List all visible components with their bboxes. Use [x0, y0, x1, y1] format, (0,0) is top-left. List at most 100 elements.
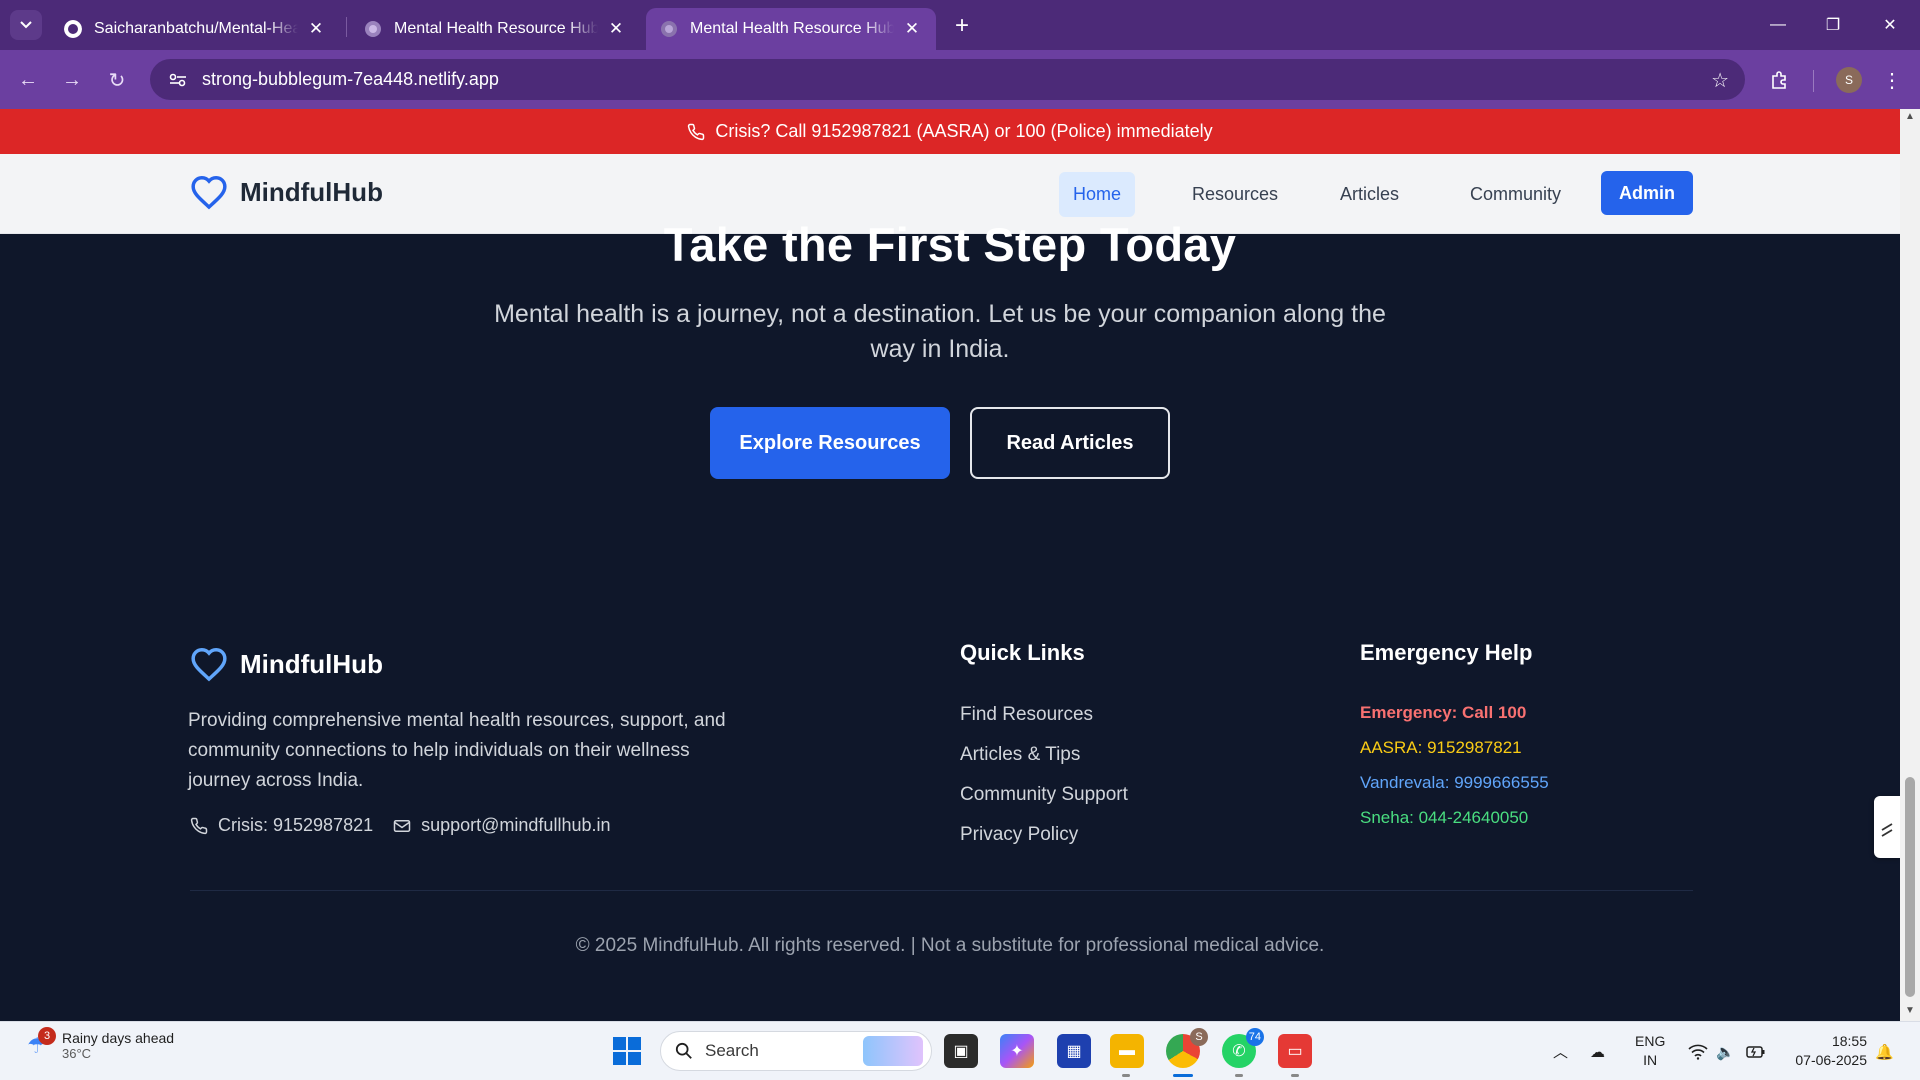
clock-time: 18:55 [1831, 1033, 1867, 1049]
handle-icon [1881, 823, 1893, 837]
read-articles-button[interactable]: Read Articles [970, 407, 1170, 479]
running-indicator [1122, 1074, 1130, 1077]
file-explorer-icon[interactable]: ▬ [1110, 1034, 1144, 1068]
nav-articles[interactable]: Articles [1326, 172, 1413, 217]
weather-title: Rainy days ahead [62, 1030, 175, 1046]
weather-widget[interactable]: ☂ 3 Rainy days ahead 36°C [22, 1026, 175, 1061]
whatsapp-badge: 74 [1245, 1028, 1264, 1046]
nav-community[interactable]: Community [1456, 172, 1575, 217]
close-window-icon[interactable]: ✕ [1870, 10, 1910, 40]
page-scrollbar[interactable]: ▲ ▼ [1900, 109, 1920, 1021]
language-indicator[interactable]: ENG IN [1635, 1032, 1665, 1070]
tab-title: Mental Health Resource Hub - S [394, 20, 598, 37]
windows-start-icon[interactable] [613, 1037, 641, 1065]
bookmark-star-icon[interactable]: ☆ [1711, 68, 1729, 93]
tray-overflow-icon[interactable]: ︿ [1553, 1022, 1568, 1080]
whatsapp-icon[interactable]: ✆ 74 [1222, 1028, 1264, 1068]
running-indicator [1235, 1074, 1243, 1077]
phone-icon [190, 817, 208, 834]
page-viewport: Crisis? Call 9152987821 (AASRA) or 100 (… [0, 109, 1900, 1021]
more-menu-icon[interactable]: ⋮ [1876, 64, 1908, 96]
scroll-up-arrow-icon[interactable]: ▲ [1904, 111, 1916, 123]
system-clock[interactable]: 18:55 07-06-2025 [1782, 1032, 1867, 1070]
quick-link-community-support[interactable]: Community Support [960, 784, 1128, 806]
tab-search-menu-button[interactable] [10, 10, 42, 40]
github-icon [64, 20, 82, 38]
new-tab-button[interactable]: + [948, 12, 976, 40]
browser-tab-active[interactable]: Mental Health Resource Hub - S ✕ [646, 8, 936, 50]
site-logo[interactable]: MindfulHub [190, 174, 383, 210]
admin-button[interactable]: Admin [1601, 171, 1693, 215]
footer-copyright: © 2025 MindfulHub. All rights reserved. … [575, 935, 1325, 956]
nav-home[interactable]: Home [1059, 172, 1136, 217]
quick-link-articles-tips[interactable]: Articles & Tips [960, 744, 1080, 766]
restore-icon[interactable]: ❐ [1813, 10, 1853, 40]
browser-tab[interactable]: Saicharanbatchu/Mental-Health ✕ [50, 8, 340, 50]
emergency-vandrevala[interactable]: Vandrevala: 9999666555 [1360, 773, 1549, 793]
clock-date: 07-06-2025 [1795, 1052, 1867, 1068]
os-taskbar: ☂ 3 Rainy days ahead 36°C Search ▣ ✦ ▦ ▬… [0, 1021, 1920, 1080]
close-tab-icon[interactable]: ✕ [902, 19, 922, 39]
emergency-police[interactable]: Emergency: Call 100 [1360, 703, 1526, 723]
battery-icon[interactable] [1746, 1022, 1766, 1080]
browser-tab-bar: Saicharanbatchu/Mental-Health ✕ Mental H… [0, 0, 1920, 50]
emergency-aasra[interactable]: AASRA: 9152987821 [1360, 738, 1522, 758]
quick-link-privacy-policy[interactable]: Privacy Policy [960, 824, 1078, 846]
footer-description: Providing comprehensive mental health re… [188, 710, 726, 791]
search-icon [675, 1042, 692, 1059]
footer-crisis-contact[interactable]: Crisis: 9152987821 [190, 815, 373, 836]
reload-icon[interactable]: ↻ [101, 64, 133, 96]
footer-brand-name: MindfulHub [240, 648, 383, 679]
quick-links-title: Quick Links [960, 640, 1085, 665]
quick-link-find-resources[interactable]: Find Resources [960, 704, 1093, 726]
url-text: strong-bubblegum-7ea448.netlify.app [202, 69, 499, 89]
lang-bottom: IN [1643, 1052, 1658, 1068]
address-bar[interactable]: strong-bubblegum-7ea448.netlify.app ☆ [150, 59, 1745, 100]
chrome-icon[interactable]: S [1166, 1028, 1208, 1068]
toolbar-divider [1813, 70, 1814, 92]
onedrive-icon[interactable]: ☁ [1590, 1022, 1605, 1080]
footer-crisis-text: Crisis: 9152987821 [218, 815, 374, 835]
close-tab-icon[interactable]: ✕ [606, 19, 626, 39]
search-highlight-image [863, 1036, 923, 1066]
scroll-down-arrow-icon[interactable]: ▼ [1904, 1005, 1916, 1017]
tab-separator [346, 17, 347, 37]
footer-contact: Crisis: 9152987821 support@mindfullhub.i… [190, 815, 631, 836]
back-arrow-icon[interactable]: ← [12, 64, 44, 96]
footer-email-contact[interactable]: support@mindfullhub.in [393, 815, 611, 836]
running-indicator [1291, 1074, 1299, 1077]
phone-icon [688, 123, 705, 140]
volume-icon[interactable]: 🔈 [1716, 1022, 1735, 1080]
copilot-icon[interactable]: ✦ [1000, 1034, 1034, 1068]
nav-resources[interactable]: Resources [1178, 172, 1292, 217]
site-info-icon[interactable] [158, 60, 198, 100]
extensions-icon[interactable] [1764, 64, 1796, 96]
weather-temp: 36°C [62, 1046, 92, 1061]
crisis-banner-text: Crisis? Call 9152987821 (AASRA) or 100 (… [715, 121, 1213, 141]
globe-icon [661, 21, 677, 37]
wifi-icon[interactable] [1688, 1022, 1708, 1080]
taskbar-search[interactable]: Search [660, 1031, 932, 1071]
cta-title: Take the First Step Today [663, 218, 1237, 271]
emergency-sneha[interactable]: Sneha: 044-24640050 [1360, 808, 1528, 828]
pdf-app-icon[interactable]: ▭ [1278, 1034, 1312, 1068]
store-icon[interactable]: ▦ [1057, 1034, 1091, 1068]
explore-resources-button[interactable]: Explore Resources [710, 407, 950, 479]
forward-arrow-icon[interactable]: → [56, 64, 88, 96]
browser-tab[interactable]: Mental Health Resource Hub - S ✕ [350, 8, 640, 50]
footer-logo[interactable]: MindfulHub [190, 646, 383, 682]
notifications-icon[interactable]: 🔔 [1875, 1022, 1894, 1080]
crisis-banner: Crisis? Call 9152987821 (AASRA) or 100 (… [0, 109, 1900, 154]
close-tab-icon[interactable]: ✕ [306, 19, 326, 39]
task-view-icon[interactable]: ▣ [944, 1034, 978, 1068]
lang-top: ENG [1635, 1033, 1666, 1049]
cta-text: Mental health is a journey, not a destin… [494, 300, 1386, 363]
heart-icon [191, 176, 227, 210]
scrollbar-thumb[interactable] [1905, 777, 1915, 997]
minimize-icon[interactable]: — [1758, 10, 1798, 40]
umbrella-icon: ☂ 3 [22, 1026, 56, 1061]
profile-avatar[interactable]: S [1836, 67, 1862, 93]
brand-name: MindfulHub [240, 176, 383, 207]
weather-badge: 3 [38, 1026, 56, 1045]
floating-side-tab[interactable] [1874, 796, 1900, 858]
